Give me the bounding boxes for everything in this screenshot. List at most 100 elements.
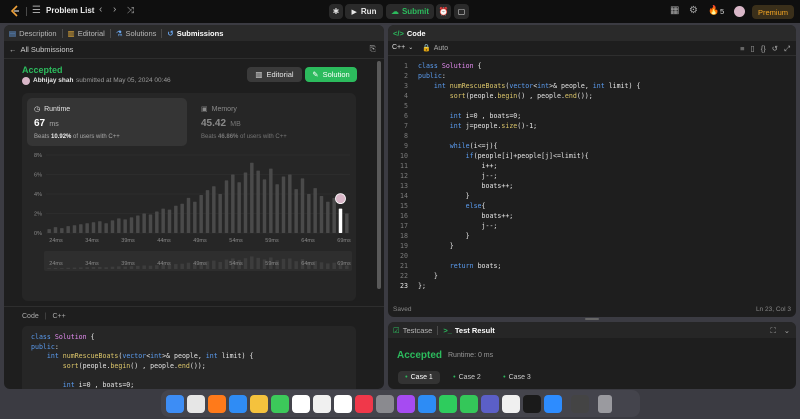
runtime-distribution-chart[interactable]: 8% 6% 4% 2% 0% 24ms 34ms 39ms 44ms 49ms 54ms 59ms 64… [22,149,356,301]
editorial-button[interactable]: ▥ Editorial [247,67,302,82]
solution-button[interactable]: ✎ Solution [305,67,357,82]
tab-solutions[interactable]: ⚗ Solutions [111,25,162,41]
runtime-beats-suffix: of users with C++ [73,134,120,140]
calendar-icon[interactable] [292,394,310,413]
list-icon[interactable]: ☰ [32,5,41,16]
chrome-icon[interactable] [187,394,205,413]
shuffle-icon[interactable]: ⤨ [127,5,134,16]
layout-grid-icon[interactable]: ▦ [670,5,679,16]
discord-icon[interactable] [502,394,520,413]
problem-list-link[interactable]: Problem List [46,6,94,15]
tab-test-result[interactable]: >_ Test Result [438,322,499,338]
news-icon[interactable] [355,394,373,413]
submit-button[interactable]: ☁ Submit [386,4,434,19]
arrow-left-icon: ← [9,45,17,54]
prev-problem-icon[interactable]: ‹ [99,4,102,15]
panel-resize-handle[interactable] [585,318,599,320]
bug-icon: ✱ [332,7,340,16]
trash-icon[interactable] [598,394,612,413]
settings-icon[interactable] [376,394,394,413]
firefox-icon[interactable] [208,394,226,413]
bar [326,201,330,233]
code-line: 23}; [388,281,768,291]
submitted-code-block[interactable]: class Solution {public: int numRescueBoa… [22,326,356,389]
bar [53,227,58,233]
zoom-icon[interactable] [544,394,562,413]
language-select[interactable]: C++ ⌄ [392,44,413,51]
bookmark-icon[interactable]: ▯ [751,44,755,54]
tab-code[interactable]: </> Code [388,25,431,41]
podcasts-icon[interactable] [397,394,415,413]
format-icon[interactable]: ≡ [740,44,744,54]
case-tab-1[interactable]: • Case 1 [398,371,440,384]
back-link[interactable]: ← All Submissions [9,45,73,54]
teams-icon[interactable] [481,394,499,413]
tab-description[interactable]: ▤ Description [4,25,62,41]
debug-button[interactable]: ✱ [329,4,343,19]
code-line: 17 j--; [388,221,768,231]
timer-button[interactable]: ⏰ [436,4,451,19]
finder-icon[interactable] [166,394,184,413]
scrollbar-thumb[interactable] [377,61,381,289]
overview-bar [53,267,58,269]
photos-icon[interactable] [250,394,268,413]
overview-tick-label: 49ms [193,261,207,267]
appstore-icon[interactable] [418,394,436,413]
line-number: 23 [400,282,408,290]
x-tick-label: 54ms [229,238,243,244]
overview-bar [256,257,260,269]
braces-icon[interactable]: {} [761,44,766,54]
bar [180,203,184,233]
mode-toggle[interactable]: 🔒 Auto [422,44,448,53]
pipe-separator: | [44,313,47,320]
y-tick-label: 4% [34,192,42,198]
run-button[interactable]: ▶ Run [345,4,383,19]
case-tab-2[interactable]: • Case 2 [446,371,488,384]
code-brackets-icon: </> [393,28,404,38]
tab-editorial[interactable]: ▥ Editorial [63,25,110,41]
user-avatar[interactable] [22,77,30,85]
case-tab-3[interactable]: • Case 3 [496,371,538,384]
expand-icon[interactable]: ⛶ [770,326,775,336]
overview-tick-label: 69ms [337,261,351,267]
overview-tick-label: 24ms [49,261,63,267]
clock-icon[interactable] [313,394,331,413]
next-problem-icon[interactable]: › [113,4,116,15]
whatsapp-icon[interactable] [439,394,457,413]
y-tick-label: 8% [34,153,42,159]
reset-icon[interactable]: ↺ [772,44,778,54]
runtime-card[interactable]: ◷ Runtime 67 ms Beats 10.92% of users wi… [27,98,187,146]
x-tick-label: 69ms [337,238,351,244]
x-tick-label: 64ms [301,238,315,244]
bar [155,211,159,233]
divider [4,58,384,59]
bar [231,174,235,233]
reminders-icon[interactable] [334,394,352,413]
premium-button[interactable]: Premium [752,5,794,19]
code-line: 13 boats++; [388,181,768,191]
username[interactable]: Abhijay shah [33,77,73,84]
bar [205,190,210,233]
macos-dock [161,390,640,417]
settings-gear-icon[interactable]: ⚙ [689,5,698,16]
streak-fire-icon[interactable]: 🔥 [708,5,719,16]
avatar[interactable] [734,6,745,17]
code-line: 18 } [388,231,768,241]
leetcode-logo-icon[interactable] [9,5,21,18]
mail-icon[interactable] [229,394,247,413]
share-link-icon[interactable]: ⎘ [370,44,376,54]
facetime-icon[interactable] [271,394,289,413]
window-icon[interactable] [571,394,589,413]
note-icon: ▢ [457,7,466,16]
code-editor[interactable]: 1 class Solution {2 public: 3 int numRescue… [388,61,796,291]
fullscreen-icon[interactable]: ⤢ [784,44,790,54]
notes-button[interactable]: ▢ [454,4,469,19]
collapse-icon[interactable]: ⌄ [784,326,790,336]
messages-icon[interactable] [460,394,478,413]
streak-count: 5 [720,7,725,16]
memory-card[interactable]: ▣ Memory 45.42 MB Beats 46.86% of users … [194,98,352,146]
tab-testcase[interactable]: ☑ Testcase [388,322,437,338]
terminal-icon[interactable] [523,394,541,413]
y-tick-label: 2% [34,212,42,218]
tab-submissions[interactable]: ↺ Submissions [162,25,228,41]
